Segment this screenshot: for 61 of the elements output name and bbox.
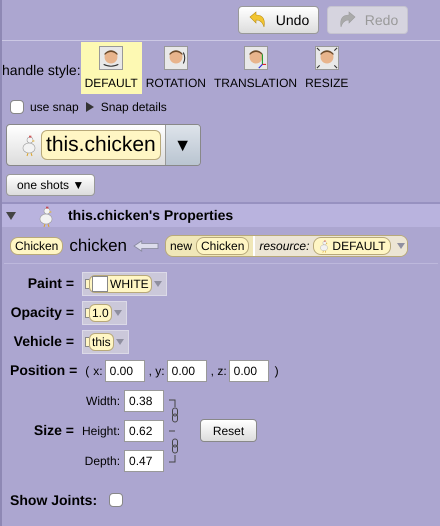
paren-text: (	[85, 362, 90, 380]
chicken-icon	[318, 238, 330, 254]
dropdown-arrow-icon[interactable]	[116, 338, 124, 346]
property-label: Position =	[10, 361, 78, 380]
property-value-field[interactable]: this	[82, 330, 129, 354]
resource-tile[interactable]: DEFAULT	[313, 236, 391, 255]
expand-triangle-icon	[84, 102, 95, 112]
property-label: Vehicle =	[12, 332, 75, 351]
use-snap-label: use snap	[30, 99, 79, 116]
property-label: Opacity =	[10, 303, 75, 322]
properties-header[interactable]: this.chicken's Properties	[2, 202, 440, 227]
position-field[interactable]: 0.00	[166, 360, 207, 382]
size-field[interactable]: 0.38	[124, 390, 164, 412]
handle-figure-icon	[164, 46, 188, 70]
type-tile[interactable]: Chicken	[196, 236, 250, 255]
axis-label: x:	[93, 362, 103, 380]
dropdown-arrow-icon[interactable]	[396, 242, 405, 250]
property-label: Size =	[32, 421, 75, 440]
property-label: Paint =	[26, 274, 75, 293]
properties-title: this.chicken's Properties	[68, 206, 234, 225]
axis-label: , y:	[148, 362, 165, 380]
position-field[interactable]: 0.00	[228, 360, 269, 382]
value-tile[interactable]: WHITE	[89, 274, 152, 292]
show-joints-label: Show Joints:	[10, 490, 98, 510]
dimension-label: Height:	[82, 422, 120, 440]
undo-button[interactable]: Undo	[238, 6, 319, 34]
type-tile[interactable]: Chicken	[10, 236, 64, 255]
dimension-label: Width:	[86, 392, 120, 410]
link-icon[interactable]	[168, 398, 180, 464]
show-joints-checkbox[interactable]	[109, 493, 124, 507]
axis-label: , z:	[210, 362, 227, 380]
property-value-field[interactable]: WHITE	[82, 272, 167, 296]
paren-text: )	[274, 362, 279, 380]
collapse-icon[interactable]	[6, 210, 16, 220]
handle-style-option[interactable]: TRANSLATION	[210, 42, 302, 94]
reset-button[interactable]: Reset	[200, 419, 258, 442]
assign-arrow-icon	[133, 240, 159, 252]
handle-figure-icon	[314, 46, 339, 70]
variable-name: chicken	[69, 235, 127, 257]
handle-style-option[interactable]: ROTATION	[142, 42, 210, 94]
handle-figure-icon	[244, 46, 268, 70]
handle-style-option[interactable]: RESIZE	[301, 42, 352, 94]
dropdown-arrow-icon[interactable]	[114, 308, 122, 316]
instance-creation-tile[interactable]: new Chicken resource: DEFAULT	[165, 234, 408, 257]
handle-style-label: handle style:	[2, 60, 81, 80]
instance-selector[interactable]: this.chicken ▼	[6, 124, 201, 166]
use-snap-checkbox[interactable]	[10, 100, 24, 114]
property-value-field[interactable]: 1.0	[82, 300, 127, 324]
size-field[interactable]: 0.47	[124, 450, 164, 472]
position-field[interactable]: 0.00	[104, 360, 145, 382]
value-tile[interactable]: 1.0	[89, 304, 112, 322]
instance-tile: this.chicken	[41, 130, 161, 160]
size-field[interactable]: 0.62	[124, 420, 164, 442]
parameter-label: resource:	[259, 238, 310, 255]
dropdown-arrow-icon[interactable]	[154, 280, 162, 288]
handle-style-option[interactable]: DEFAULT	[80, 42, 142, 94]
one-shots-button[interactable]: one shots ▼	[6, 174, 96, 196]
dimension-label: Depth:	[84, 452, 120, 470]
snap-details-toggle[interactable]: Snap details	[84, 98, 167, 116]
value-tile[interactable]: this	[89, 332, 114, 350]
handle-figure-icon	[99, 46, 124, 70]
